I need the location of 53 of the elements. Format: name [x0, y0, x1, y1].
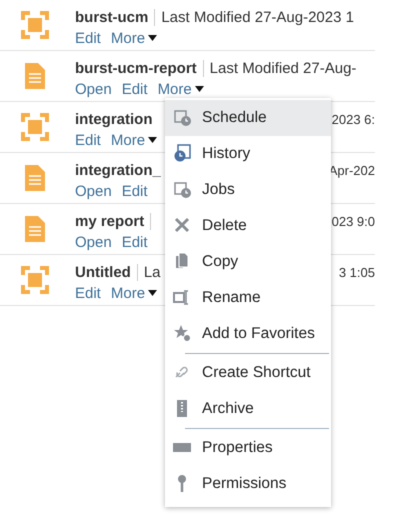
- action-link[interactable]: More: [110, 30, 158, 46]
- calendar-clock-icon: [174, 110, 191, 126]
- layout-icon: [20, 10, 50, 40]
- calendar-clock-icon: [174, 182, 191, 198]
- report-name: integration_: [75, 162, 161, 178]
- layout-icon: [20, 112, 50, 142]
- last-modified: Apr-202: [328, 162, 375, 178]
- document-icon: [25, 63, 45, 89]
- menu-item[interactable]: Delete: [165, 208, 331, 244]
- key-icon: [178, 475, 186, 492]
- menu-item[interactable]: Add to Favorites: [165, 316, 331, 352]
- report-name: burst-ucm: [75, 8, 148, 26]
- action-link[interactable]: More: [110, 284, 158, 302]
- report-name: burst-ucm-report: [75, 60, 197, 76]
- report-name: my report: [75, 212, 144, 230]
- rename-icon: [173, 290, 189, 305]
- star-icon: [174, 325, 191, 342]
- menu-item[interactable]: History: [165, 136, 331, 172]
- action-link[interactable]: Edit: [75, 30, 101, 46]
- action-link[interactable]: Edit: [122, 80, 148, 98]
- document-icon: [25, 216, 45, 242]
- menu-item[interactable]: Create Shortcut: [165, 355, 331, 391]
- last-modified: 2023 6:: [332, 112, 375, 126]
- menu-item[interactable]: Archive: [165, 391, 331, 427]
- link-icon: [175, 366, 188, 378]
- action-link[interactable]: Edit: [122, 234, 148, 250]
- menu-item[interactable]: Jobs: [165, 172, 331, 208]
- action-link[interactable]: Open: [75, 80, 112, 98]
- report-name: Untitled: [75, 264, 131, 280]
- last-modified: La: [144, 264, 161, 280]
- menu-item[interactable]: Schedule: [165, 100, 331, 136]
- menu-item[interactable]: Properties: [165, 430, 331, 466]
- delete-icon: [174, 218, 190, 232]
- action-link[interactable]: More: [110, 132, 158, 148]
- last-modified: Last Modified 27-Aug-: [210, 60, 356, 76]
- menu-item[interactable]: Permissions: [165, 466, 331, 502]
- action-link[interactable]: Open: [75, 182, 112, 200]
- action-link[interactable]: Edit: [75, 132, 101, 148]
- action-link[interactable]: Edit: [122, 182, 148, 200]
- menu-item[interactable]: Copy: [165, 244, 331, 280]
- last-modified: Last Modified 27-Aug-2023 1: [161, 8, 354, 26]
- action-link[interactable]: More: [158, 80, 204, 98]
- action-link[interactable]: Edit: [75, 284, 101, 302]
- copy-icon: [176, 252, 188, 268]
- last-modified: 3 1:05: [338, 264, 375, 280]
- report-name: integration: [75, 110, 152, 128]
- action-link[interactable]: Open: [75, 234, 112, 250]
- last-modified: 023 9:0: [332, 214, 375, 228]
- menu-item[interactable]: Rename: [165, 280, 331, 316]
- layout-icon: [20, 265, 50, 295]
- history-icon: [174, 144, 191, 162]
- document-icon: [25, 165, 45, 191]
- archive-icon: [177, 400, 187, 417]
